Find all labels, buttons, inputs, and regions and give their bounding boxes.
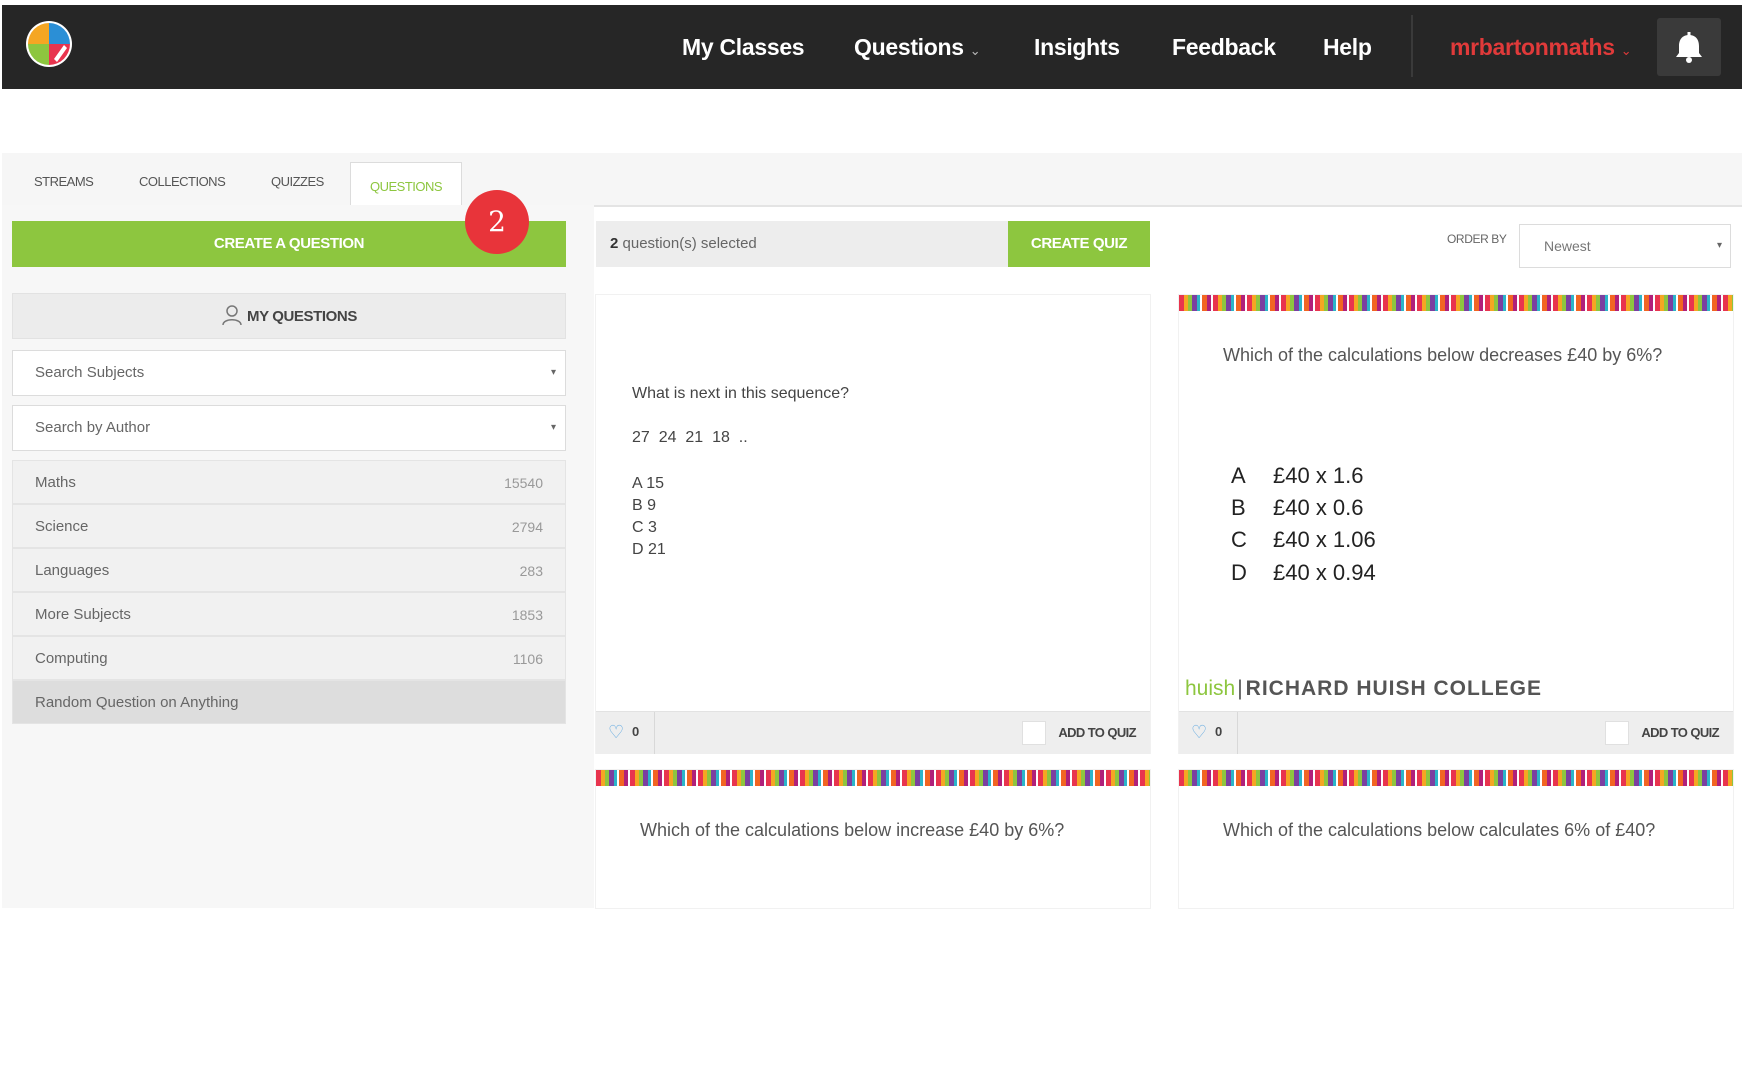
- card-footer: ♡ 0 ADD TO QUIZ: [1179, 711, 1733, 754]
- create-quiz-button[interactable]: CREATE QUIZ: [1008, 221, 1150, 267]
- add-to-quiz-label[interactable]: ADD TO QUIZ: [1641, 725, 1719, 740]
- heart-icon[interactable]: ♡: [608, 722, 624, 743]
- question-text: Which of the calculations below increase…: [640, 820, 1065, 840]
- user-menu[interactable]: mrbartonmaths ⌄: [1450, 5, 1632, 89]
- step-number-badge: 2: [465, 190, 529, 254]
- nav-divider: [1411, 15, 1413, 77]
- order-by-label: ORDER BY: [1447, 232, 1507, 246]
- tab-quizzes[interactable]: QUIZZES: [271, 153, 324, 205]
- my-questions-button[interactable]: MY QUESTIONS: [12, 293, 566, 339]
- question-text: Which of the calculations below decrease…: [1223, 345, 1663, 365]
- order-by-value: Newest: [1544, 238, 1591, 254]
- add-to-quiz-checkbox[interactable]: [1605, 721, 1629, 745]
- selected-text: question(s) selected: [622, 235, 757, 252]
- heart-icon[interactable]: ♡: [1191, 722, 1207, 743]
- bell-icon: [1676, 32, 1702, 63]
- nav-help[interactable]: Help: [1323, 5, 1372, 89]
- footer-divider: [1237, 712, 1238, 754]
- option-c: C £40 x 1.06: [1231, 527, 1376, 552]
- color-stripe-banner: [596, 770, 1150, 786]
- like-count: 0: [1215, 724, 1223, 739]
- notifications-button[interactable]: [1657, 18, 1721, 76]
- nav-feedback[interactable]: Feedback: [1172, 5, 1276, 89]
- search-subjects-placeholder: Search Subjects: [35, 364, 145, 381]
- caret-down-icon: ▾: [1716, 240, 1722, 251]
- caret-down-icon: ▾: [550, 367, 556, 378]
- option-b: B £40 x 0.6: [1231, 495, 1364, 520]
- nav-my-classes[interactable]: My Classes: [682, 5, 805, 89]
- option-b: B 9: [632, 497, 657, 514]
- question-card-sequence[interactable]: What is next in this sequence? 27 24 21 …: [596, 295, 1150, 754]
- college-logo: huish|RICHARD HUISH COLLEGE: [1185, 677, 1543, 700]
- selection-status: 2 question(s) selected: [596, 221, 1008, 267]
- tab-collections[interactable]: COLLECTIONS: [139, 153, 226, 205]
- subject-item-languages[interactable]: Languages 283: [12, 548, 566, 592]
- sequence-values: 27 24 21 18 ..: [632, 429, 748, 446]
- option-d: D 21: [632, 541, 666, 558]
- add-to-quiz-label[interactable]: ADD TO QUIZ: [1058, 725, 1136, 740]
- question-card-decrease[interactable]: Which of the calculations below decrease…: [1179, 295, 1733, 754]
- question-card-percent[interactable]: Which of the calculations below calculat…: [1179, 770, 1733, 908]
- subject-item-random[interactable]: Random Question on Anything: [12, 680, 566, 724]
- selected-count: 2: [610, 235, 619, 252]
- card-footer: ♡ 0 ADD TO QUIZ: [596, 711, 1150, 754]
- option-a: A £40 x 1.6: [1231, 463, 1364, 488]
- chevron-down-icon: ⌄: [969, 43, 981, 58]
- color-stripe-banner: [1179, 295, 1733, 311]
- search-subjects-select[interactable]: Search Subjects ▾: [12, 350, 566, 396]
- color-stripe-banner: [1179, 770, 1733, 786]
- question-card-increase[interactable]: Which of the calculations below increase…: [596, 770, 1150, 908]
- app-logo-icon[interactable]: [24, 19, 74, 69]
- nav-insights[interactable]: Insights: [1034, 5, 1120, 89]
- nav-questions[interactable]: Questions ⌄: [854, 5, 981, 89]
- order-by-select[interactable]: Newest ▾: [1519, 224, 1731, 268]
- top-navbar: My Classes Questions ⌄ Insights Feedback …: [2, 5, 1742, 89]
- question-text: Which of the calculations below calculat…: [1223, 820, 1656, 840]
- subject-item-science[interactable]: Science 2794: [12, 504, 566, 548]
- footer-divider: [654, 712, 655, 754]
- subject-item-computing[interactable]: Computing 1106: [12, 636, 566, 680]
- subject-item-maths[interactable]: Maths 15540: [12, 460, 566, 504]
- search-author-placeholder: Search by Author: [35, 419, 151, 436]
- tab-streams[interactable]: STREAMS: [34, 153, 94, 205]
- my-questions-label: MY QUESTIONS: [247, 308, 357, 325]
- option-c: C 3: [632, 519, 657, 536]
- like-count: 0: [632, 724, 640, 739]
- tab-bar: STREAMS COLLECTIONS QUIZZES QUESTIONS: [2, 153, 1742, 210]
- caret-down-icon: ▾: [550, 422, 556, 433]
- option-a: A 15: [632, 475, 665, 492]
- chevron-down-icon: ⌄: [1620, 43, 1632, 58]
- search-author-select[interactable]: Search by Author ▾: [12, 405, 566, 451]
- subject-item-more-subjects[interactable]: More Subjects 1853: [12, 592, 566, 636]
- option-d: D £40 x 0.94: [1231, 560, 1376, 585]
- user-icon: [222, 305, 242, 326]
- subject-list: Maths 15540 Science 2794 Languages 283 More…: [12, 460, 566, 724]
- tab-questions[interactable]: QUESTIONS: [350, 162, 463, 210]
- add-to-quiz-checkbox[interactable]: [1022, 721, 1046, 745]
- question-text: What is next in this sequence?: [632, 385, 850, 402]
